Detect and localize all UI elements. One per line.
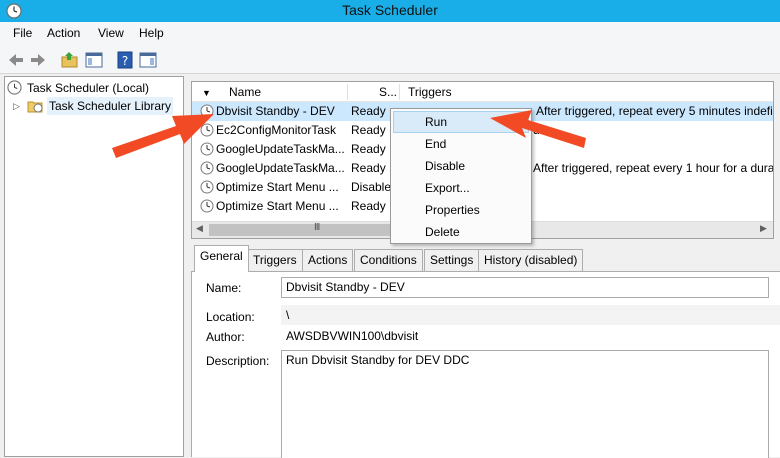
show-hide-tree-icon[interactable]: [84, 50, 104, 70]
name-field[interactable]: Dbvisit Standby - DEV: [281, 277, 769, 298]
task-status: Disable: [351, 180, 392, 194]
tree-root-label: Task Scheduler (Local): [27, 81, 150, 95]
back-icon[interactable]: [6, 50, 26, 70]
location-label: Location:: [206, 310, 255, 324]
menu-view[interactable]: View: [98, 22, 124, 44]
location-value: \: [281, 305, 780, 325]
task-name: GoogleUpdateTaskMa...: [216, 161, 345, 175]
name-label: Name:: [206, 281, 242, 295]
annotation-arrow-left: [112, 114, 214, 158]
task-details: General Triggers Actions Conditions Sett…: [191, 245, 780, 458]
menu-action[interactable]: Action: [47, 22, 80, 44]
clock-icon: [7, 80, 22, 95]
task-status: Ready: [351, 161, 386, 175]
svg-text:?: ?: [122, 54, 128, 68]
column-header-triggers[interactable]: Triggers: [408, 82, 452, 102]
menu-item-delete[interactable]: Delete: [393, 221, 529, 243]
task-name: GoogleUpdateTaskMa...: [216, 142, 345, 156]
task-status: Ready: [351, 199, 386, 213]
tab-general[interactable]: General: [194, 245, 249, 272]
tab-triggers[interactable]: Triggers: [247, 249, 303, 271]
menu-bar: File Action View Help: [0, 22, 780, 44]
column-header-name[interactable]: Name: [229, 82, 261, 102]
description-field[interactable]: Run Dbvisit Standby for DEV DDC: [281, 350, 769, 458]
task-status: Ready: [351, 104, 386, 118]
task-name: Dbvisit Standby - DEV: [216, 104, 335, 118]
menu-item-export[interactable]: Export...: [393, 177, 529, 199]
author-label: Author:: [206, 330, 245, 344]
author-value: AWSDBVWIN100\dbvisit: [281, 326, 780, 347]
scroll-thumb-grip: III: [314, 222, 320, 233]
task-clock-icon: [200, 180, 214, 194]
task-name: Optimize Start Menu ...: [216, 199, 339, 213]
show-hide-action-pane-icon[interactable]: [138, 50, 158, 70]
task-triggers: After triggered, repeat every 1 hour for…: [533, 161, 774, 175]
scroll-right-icon[interactable]: ▶: [760, 223, 767, 234]
folder-clock-icon: [27, 101, 43, 113]
menu-item-disable[interactable]: Disable: [393, 155, 529, 177]
scroll-left-icon[interactable]: ◀: [196, 223, 203, 234]
general-tab-content: Name: Dbvisit Standby - DEV Location: \ …: [191, 271, 780, 458]
list-header: ▼ Name S... Triggers: [192, 82, 773, 102]
task-status: Ready: [351, 123, 386, 137]
tab-actions[interactable]: Actions: [302, 249, 354, 271]
tab-settings[interactable]: Settings: [424, 249, 480, 271]
task-status: Ready: [351, 142, 386, 156]
menu-file[interactable]: File: [13, 22, 32, 44]
forward-icon[interactable]: [28, 50, 48, 70]
up-folder-icon[interactable]: [60, 50, 80, 70]
tab-conditions[interactable]: Conditions: [354, 249, 423, 271]
task-name: Optimize Start Menu ...: [216, 180, 339, 194]
help-icon[interactable]: ?: [115, 50, 135, 70]
expand-arrow-icon[interactable]: ▷: [13, 97, 20, 115]
column-divider[interactable]: [399, 84, 400, 100]
window-title: Task Scheduler: [342, 2, 438, 18]
task-name: Ec2ConfigMonitorTask: [216, 123, 337, 137]
task-clock-icon: [200, 199, 214, 213]
toolbar: ?: [0, 44, 780, 74]
column-header-status[interactable]: S...: [379, 82, 397, 102]
description-label: Description:: [206, 354, 270, 368]
task-clock-icon: [200, 161, 214, 175]
menu-help[interactable]: Help: [139, 22, 164, 44]
tab-history[interactable]: History (disabled): [478, 249, 584, 271]
column-divider[interactable]: [347, 84, 348, 100]
menu-item-properties[interactable]: Properties: [393, 199, 529, 221]
annotation-arrow-right: [490, 110, 586, 148]
